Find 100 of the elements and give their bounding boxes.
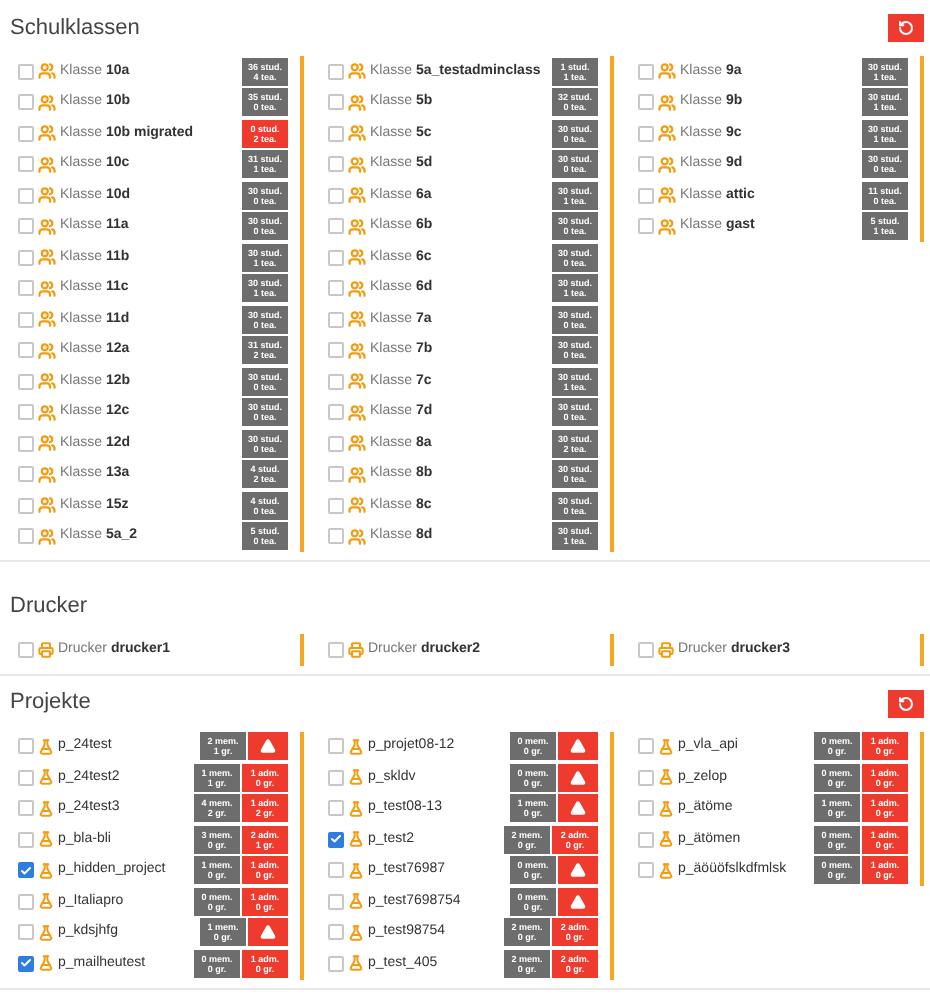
checkbox[interactable] bbox=[328, 769, 344, 786]
flask-icon bbox=[348, 830, 364, 849]
group-icon bbox=[658, 217, 676, 236]
checkbox[interactable] bbox=[18, 497, 34, 514]
checkbox[interactable] bbox=[328, 497, 344, 514]
checkbox[interactable] bbox=[18, 280, 34, 297]
group-icon bbox=[38, 403, 56, 422]
checkbox[interactable] bbox=[18, 156, 34, 173]
checkbox[interactable] bbox=[638, 641, 654, 658]
checkbox[interactable] bbox=[328, 435, 344, 452]
warning-icon bbox=[260, 738, 276, 755]
checkbox[interactable] bbox=[18, 893, 34, 910]
checkbox[interactable] bbox=[328, 94, 344, 111]
checkbox[interactable] bbox=[638, 831, 654, 848]
checkbox[interactable] bbox=[328, 466, 344, 483]
checkbox[interactable] bbox=[638, 769, 654, 786]
checkbox[interactable] bbox=[18, 125, 34, 142]
checkbox[interactable] bbox=[18, 94, 34, 111]
section-title: Drucker bbox=[10, 591, 88, 622]
checkbox[interactable] bbox=[18, 831, 34, 848]
checkbox[interactable] bbox=[18, 218, 34, 235]
printer-icon bbox=[38, 641, 54, 658]
checkbox[interactable] bbox=[328, 125, 344, 142]
checkbox[interactable] bbox=[18, 466, 34, 483]
checkbox[interactable] bbox=[328, 641, 344, 658]
group-icon bbox=[348, 434, 366, 453]
checkbox[interactable] bbox=[18, 862, 34, 879]
checkbox[interactable] bbox=[328, 311, 344, 328]
group-icon bbox=[348, 341, 366, 360]
group-icon bbox=[38, 93, 56, 112]
group-icon bbox=[658, 155, 676, 174]
checkbox[interactable] bbox=[18, 924, 34, 941]
checkbox[interactable] bbox=[18, 641, 34, 658]
checkbox[interactable] bbox=[328, 955, 344, 972]
checkbox[interactable] bbox=[18, 187, 34, 204]
group-icon bbox=[38, 527, 56, 546]
group-icon bbox=[38, 155, 56, 174]
checkbox[interactable] bbox=[18, 404, 34, 421]
checkbox[interactable] bbox=[638, 218, 654, 235]
checkbox[interactable] bbox=[328, 249, 344, 266]
checkbox[interactable] bbox=[638, 125, 654, 142]
group-icon bbox=[348, 155, 366, 174]
checkbox[interactable] bbox=[18, 311, 34, 328]
checkbox[interactable] bbox=[328, 342, 344, 359]
checkbox[interactable] bbox=[638, 738, 654, 755]
checkbox[interactable] bbox=[18, 769, 34, 786]
flask-icon bbox=[348, 861, 364, 880]
checkbox[interactable] bbox=[328, 924, 344, 941]
checkbox[interactable] bbox=[328, 404, 344, 421]
flask-icon bbox=[38, 954, 54, 973]
checkbox[interactable] bbox=[18, 800, 34, 817]
checkbox[interactable] bbox=[328, 156, 344, 173]
checkbox[interactable] bbox=[638, 94, 654, 111]
flask-icon bbox=[38, 892, 54, 911]
checkbox[interactable] bbox=[18, 342, 34, 359]
group-icon bbox=[658, 186, 676, 205]
checkbox[interactable] bbox=[18, 249, 34, 266]
checkbox[interactable] bbox=[328, 800, 344, 817]
checkbox[interactable] bbox=[328, 862, 344, 879]
checkbox[interactable] bbox=[638, 156, 654, 173]
checkbox[interactable] bbox=[328, 63, 344, 80]
group-icon bbox=[38, 465, 56, 484]
checkbox[interactable] bbox=[18, 955, 34, 972]
checkbox[interactable] bbox=[328, 831, 344, 848]
group-icon bbox=[38, 434, 56, 453]
checkbox[interactable] bbox=[18, 528, 34, 545]
checkbox[interactable] bbox=[328, 893, 344, 910]
checkbox[interactable] bbox=[638, 187, 654, 204]
reset-button[interactable] bbox=[888, 14, 924, 42]
group-icon bbox=[38, 248, 56, 267]
checkbox[interactable] bbox=[638, 800, 654, 817]
flask-icon bbox=[348, 954, 364, 973]
checkbox[interactable] bbox=[328, 187, 344, 204]
checkbox[interactable] bbox=[328, 528, 344, 545]
checkbox[interactable] bbox=[18, 373, 34, 390]
flask-icon bbox=[658, 799, 674, 818]
flask-icon bbox=[658, 861, 674, 880]
printer-icon bbox=[348, 641, 364, 658]
checkbox[interactable] bbox=[18, 738, 34, 755]
flask-icon bbox=[658, 830, 674, 849]
checkbox[interactable] bbox=[18, 435, 34, 452]
flask-icon bbox=[38, 830, 54, 849]
checkbox[interactable] bbox=[328, 280, 344, 297]
flask-icon bbox=[38, 923, 54, 942]
group-icon bbox=[658, 93, 676, 112]
flask-icon bbox=[38, 799, 54, 818]
reset-button[interactable] bbox=[888, 689, 924, 717]
group-icon bbox=[348, 372, 366, 391]
checkbox[interactable] bbox=[328, 373, 344, 390]
group-icon bbox=[348, 93, 366, 112]
checkbox[interactable] bbox=[638, 63, 654, 80]
checkbox[interactable] bbox=[328, 218, 344, 235]
group-icon bbox=[38, 217, 56, 236]
reset-icon bbox=[898, 20, 914, 36]
flask-icon bbox=[348, 892, 364, 911]
group-icon bbox=[38, 496, 56, 515]
checkbox[interactable] bbox=[638, 862, 654, 879]
checkbox[interactable] bbox=[328, 738, 344, 755]
checkbox[interactable] bbox=[18, 63, 34, 80]
group-icon bbox=[348, 217, 366, 236]
